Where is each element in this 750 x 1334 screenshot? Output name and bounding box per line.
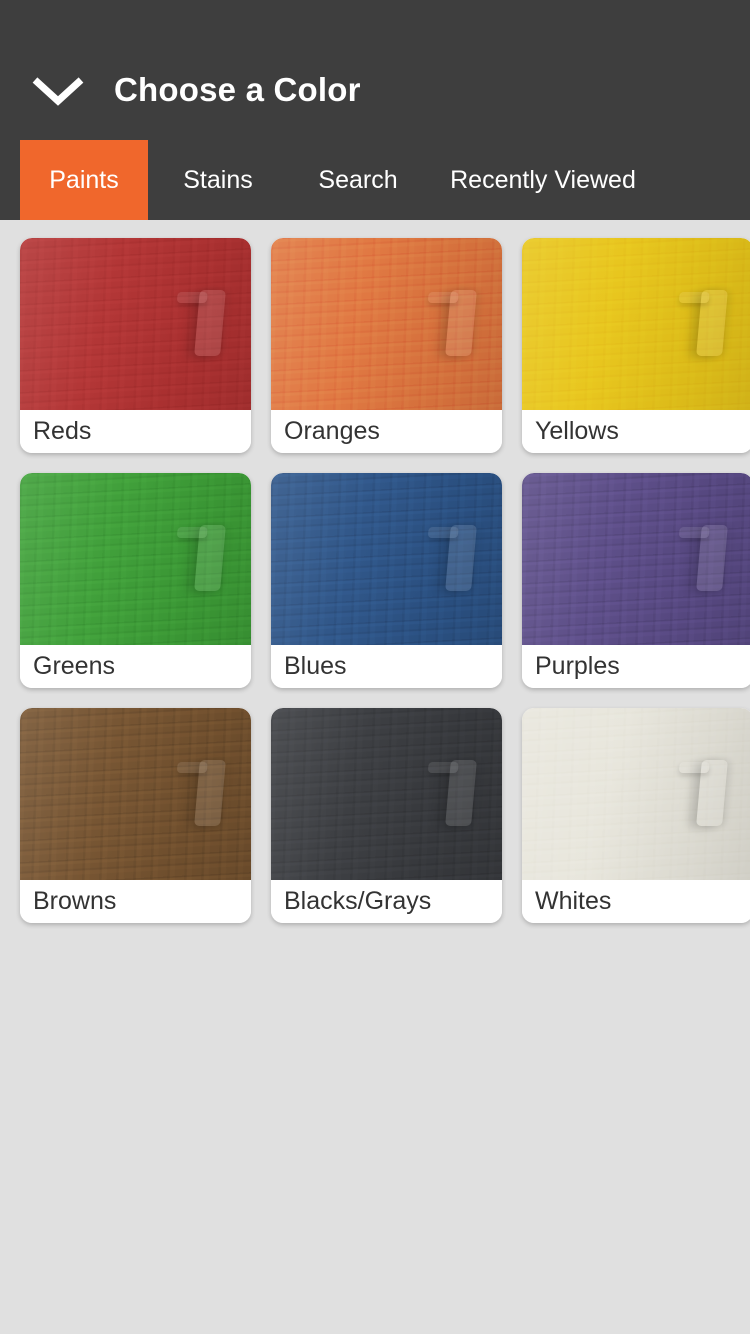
swatch-vignette: [522, 708, 750, 880]
color-swatch-blacks-grays: [271, 708, 502, 880]
color-category-label: Greens: [20, 645, 251, 688]
header-titlebar: Choose a Color: [0, 55, 750, 125]
chevron-down-icon[interactable]: [30, 73, 86, 107]
color-swatch-whites: [522, 708, 750, 880]
swatch-vignette: [522, 238, 750, 410]
color-category-card-blacks-grays[interactable]: Blacks/Grays: [271, 708, 502, 923]
swatch-vignette: [522, 473, 750, 645]
color-swatch-reds: [20, 238, 251, 410]
color-category-label: Whites: [522, 880, 750, 923]
swatch-vignette: [271, 238, 502, 410]
card-cell: Blues: [261, 463, 512, 698]
card-cell: Reds: [10, 228, 261, 463]
card-cell: Greens: [10, 463, 261, 698]
swatch-vignette: [20, 238, 251, 410]
card-cell: Purples: [512, 463, 750, 698]
color-swatch-browns: [20, 708, 251, 880]
color-category-card-blues[interactable]: Blues: [271, 473, 502, 688]
tab-bar-left-spacer: [0, 140, 20, 220]
color-category-label: Browns: [20, 880, 251, 923]
color-category-card-yellows[interactable]: Yellows: [522, 238, 750, 453]
color-swatch-blues: [271, 473, 502, 645]
swatch-vignette: [271, 473, 502, 645]
tab-recently-viewed-label: Recently Viewed: [450, 165, 636, 194]
page-title: Choose a Color: [114, 71, 361, 108]
color-category-card-purples[interactable]: Purples: [522, 473, 750, 688]
color-category-label: Oranges: [271, 410, 502, 453]
tab-search-label: Search: [318, 165, 398, 194]
color-swatch-oranges: [271, 238, 502, 410]
color-category-label: Blues: [271, 645, 502, 688]
color-category-card-greens[interactable]: Greens: [20, 473, 251, 688]
color-swatch-yellows: [522, 238, 750, 410]
tab-stains[interactable]: Stains: [148, 140, 288, 220]
color-swatch-purples: [522, 473, 750, 645]
card-cell: Yellows: [512, 228, 750, 463]
color-swatch-greens: [20, 473, 251, 645]
tab-paints[interactable]: Paints: [20, 140, 148, 220]
color-category-label: Reds: [20, 410, 251, 453]
swatch-vignette: [271, 708, 502, 880]
card-cell: Browns: [10, 698, 261, 933]
tab-recently-viewed[interactable]: Recently Viewed: [428, 140, 658, 220]
tab-stains-label: Stains: [183, 165, 253, 194]
color-category-card-whites[interactable]: Whites: [522, 708, 750, 923]
color-category-label: Yellows: [522, 410, 750, 453]
swatch-vignette: [20, 708, 251, 880]
color-category-card-browns[interactable]: Browns: [20, 708, 251, 923]
card-cell: Whites: [512, 698, 750, 933]
tab-bar: Paints Stains Search Recently Viewed: [0, 140, 750, 220]
color-category-grid: Reds Oranges Yellows Greens Blues Purple…: [0, 220, 750, 1334]
tab-search[interactable]: Search: [288, 140, 428, 220]
color-category-card-reds[interactable]: Reds: [20, 238, 251, 453]
swatch-vignette: [20, 473, 251, 645]
color-category-grid-inner: Reds Oranges Yellows Greens Blues Purple…: [0, 220, 750, 933]
app-header: Choose a Color Paints Stains Search Rece…: [0, 0, 750, 220]
tab-paints-label: Paints: [49, 165, 119, 194]
card-cell: Blacks/Grays: [261, 698, 512, 933]
color-category-label: Blacks/Grays: [271, 880, 502, 923]
card-cell: Oranges: [261, 228, 512, 463]
color-picker-screen: Choose a Color Paints Stains Search Rece…: [0, 0, 750, 1334]
color-category-card-oranges[interactable]: Oranges: [271, 238, 502, 453]
color-category-label: Purples: [522, 645, 750, 688]
